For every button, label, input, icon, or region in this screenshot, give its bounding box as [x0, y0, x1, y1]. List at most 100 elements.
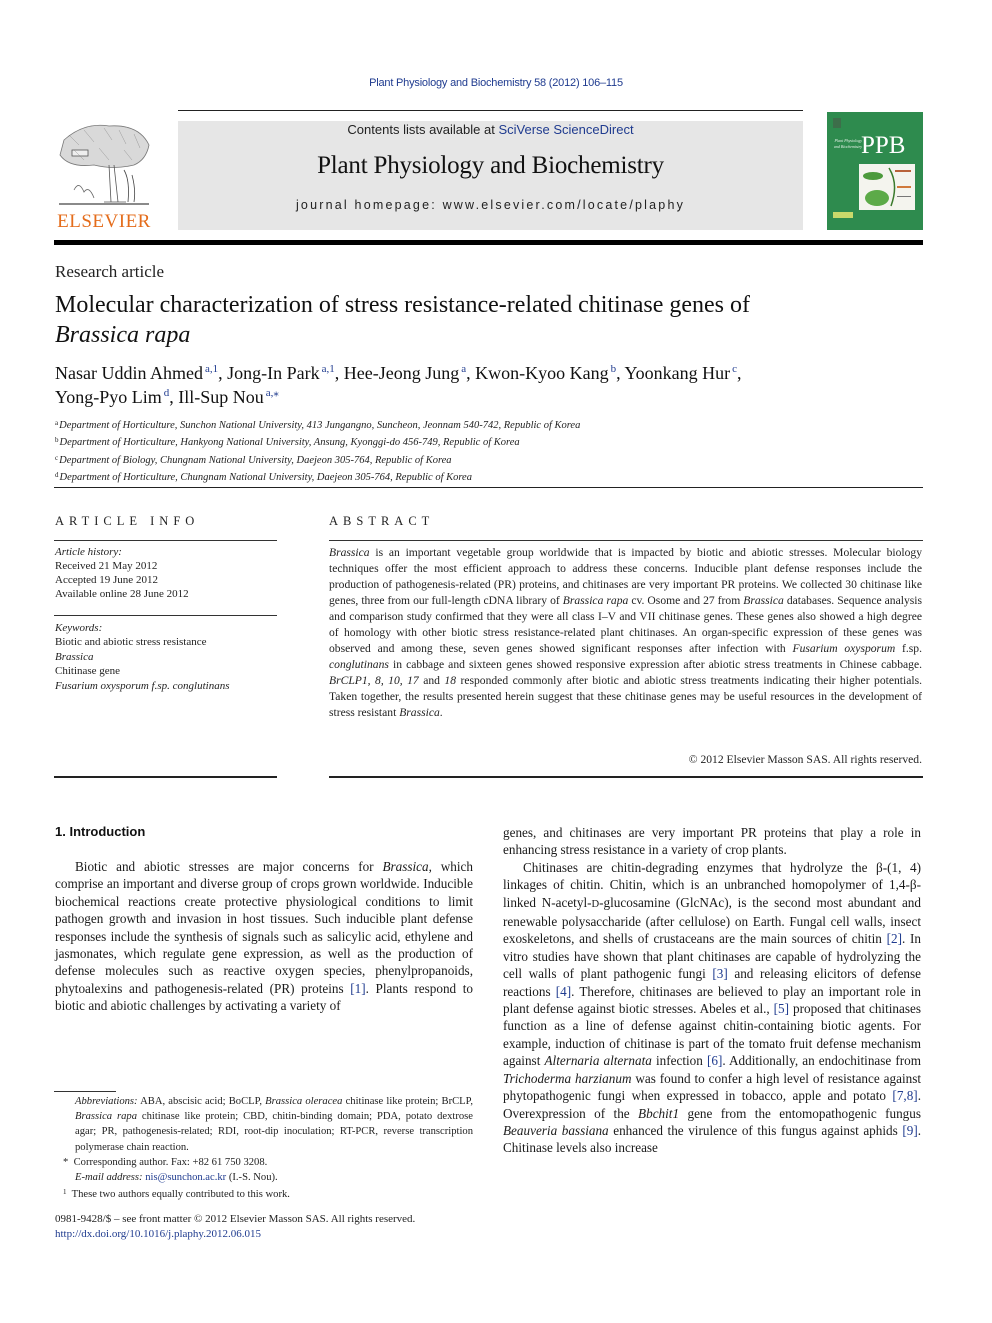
history-label: Article history: [55, 546, 122, 558]
affiliation-rule [54, 487, 923, 488]
article-info-heading: ARTICLE INFO [55, 514, 200, 528]
running-head[interactable]: Plant Physiology and Biochemistry 58 (20… [0, 77, 992, 89]
keyword: Brassica [55, 650, 94, 663]
author[interactable]: Jong-In Park a,1 [227, 363, 335, 383]
italic-run: Brassica [329, 546, 370, 559]
received-date: Received 21 May 2012 [55, 560, 158, 572]
cover-small-title: Plant Physiology and Biochemistry [833, 138, 862, 149]
section-heading-introduction: 1. Introduction [55, 824, 146, 839]
italic-run: Bbchit1 [638, 1105, 680, 1121]
keywords-label: Keywords: [55, 622, 103, 634]
text-run: , which comprise an important and divers… [55, 859, 473, 996]
footnotes: Abbreviations: ABA, abscisic acid; BoCLP… [55, 1094, 473, 1202]
citation-link[interactable]: [7,8] [892, 1088, 917, 1103]
journal-name: Plant Physiology and Biochemistry [317, 152, 664, 179]
online-date: Available online 28 June 2012 [55, 588, 189, 600]
body-column-left: Biotic and abiotic stresses are major co… [55, 858, 473, 1015]
text-run: . Additionally, an endochitinase from [722, 1053, 922, 1069]
text-run: . [439, 706, 443, 719]
author[interactable]: Kwon-Kyoo Kang b [475, 363, 616, 383]
citation-link[interactable]: [5] [774, 1001, 789, 1016]
italic-run: Beauveria bassiana [503, 1122, 609, 1138]
italic-run: Brassica [382, 859, 429, 874]
header-rule [178, 110, 803, 111]
cover-badge [833, 212, 853, 218]
text-run: ABA, abscisic acid; BoCLP, [137, 1096, 266, 1107]
text-run: in cabbage and sixteen genes showed resp… [388, 658, 922, 671]
text-run: and [418, 674, 445, 687]
elsevier-logo[interactable]: ELSEVIER [54, 120, 154, 232]
italic-run: Fusarium oxysporum [792, 642, 896, 655]
sciencedirect-link[interactable]: SciVerse ScienceDirect [498, 122, 633, 137]
author[interactable]: Hee-Jeong Jung a [344, 363, 466, 383]
title-species: Brassica rapa [55, 322, 191, 348]
keyword: Biotic and abiotic stress resistance [55, 636, 207, 649]
text-run: chitinase like protein; BrCLP, [342, 1096, 474, 1107]
article-title: Molecular characterization of stress res… [55, 290, 915, 350]
italic-run: Trichoderma harzianum [503, 1070, 632, 1086]
abstract-bottom-rule [329, 776, 923, 778]
doi-link[interactable]: http://dx.doi.org/10.1016/j.plaphy.2012.… [55, 1228, 261, 1240]
citation-link[interactable]: [6] [707, 1053, 722, 1068]
citation-link[interactable]: [2] [887, 931, 902, 946]
body-column-right: genes, and chitinases are very important… [503, 824, 921, 1157]
journal-homepage[interactable]: journal homepage: www.elsevier.com/locat… [178, 198, 803, 212]
italic-run: Brassica rapa [75, 1111, 137, 1123]
citation-link[interactable]: [1] [350, 981, 365, 996]
footnote-rule [54, 1091, 116, 1092]
author-list: Nasar Uddin Ahmed a,1, Jong-In Park a,1, H… [55, 363, 742, 407]
author[interactable]: Ill-Sup Nou a,⁎ [178, 387, 279, 407]
cover-elsevier-icon [833, 118, 841, 128]
citation-link[interactable]: [4] [556, 984, 571, 999]
author[interactable]: Yong-Pyo Lim d [55, 387, 169, 407]
abstract-rule [329, 540, 923, 541]
issn-line: 0981-9428/$ – see front matter © 2012 El… [55, 1213, 416, 1225]
accepted-date: Accepted 19 June 2012 [55, 574, 158, 586]
elsevier-wordmark: ELSEVIER [57, 211, 151, 232]
italic-run: conglutinans [329, 658, 389, 671]
article-type: Research article [55, 262, 165, 281]
keywords-rule [54, 615, 277, 616]
contents-line: Contents lists available at SciVerse Sci… [178, 121, 803, 137]
article-info-rule [54, 540, 277, 541]
italic-run: Brassica [399, 706, 440, 719]
elsevier-tree-icon [59, 124, 150, 205]
italic-run: 18 [444, 674, 456, 687]
italic-run: Alternaria alternata [544, 1053, 652, 1069]
text-run: infection [651, 1053, 707, 1069]
italic-run: Brassica [743, 594, 784, 607]
author[interactable]: Yoonkang Hur c [624, 363, 737, 383]
small-caps-run: D [591, 898, 600, 910]
keyword: Chitinase gene [55, 665, 121, 678]
abstract-heading: ABSTRACT [329, 514, 435, 528]
title-main: Molecular characterization of stress res… [55, 292, 751, 318]
journal-cover[interactable]: Plant Physiology and Biochemistry PPB [827, 112, 923, 230]
article-info-bottom-rule [54, 776, 277, 778]
affiliation: aDepartment of Horticulture, Sunchon Nat… [55, 419, 581, 431]
text-run: genes, and chitinases are very important… [503, 825, 921, 858]
text-run: gene from the entomopathogenic fungus [679, 1105, 922, 1121]
italic-run: Brassica oleracea [265, 1096, 343, 1107]
citation-link[interactable]: [3] [712, 966, 727, 981]
text-run: Biotic and abiotic stresses are major co… [75, 859, 383, 874]
corresponding-footnote: * Corresponding author. Fax: +82 61 750 … [63, 1156, 268, 1168]
paragraph: Chitinases are chitin-degrading enzymes … [503, 859, 921, 1157]
italic-run: BrCLP1, 8, 10, 17 [329, 674, 419, 687]
article-history: Article history: Received 21 May 2012 Ac… [55, 545, 189, 601]
paragraph: Biotic and abiotic stresses are major co… [55, 858, 473, 1015]
front-matter: 0981-9428/$ – see front matter © 2012 El… [55, 1212, 415, 1242]
email-footnote: E-mail address: nis@sunchon.ac.kr (I.-S.… [75, 1172, 278, 1184]
abbreviations-footnote: Abbreviations: ABA, abscisic acid; BoCLP… [75, 1096, 474, 1153]
text-run: enhanced the virulence of this fungus ag… [608, 1122, 903, 1138]
abstract-copyright: © 2012 Elsevier Masson SAS. All rights r… [688, 753, 922, 766]
abstract-text: Brassica is an important vegetable group… [329, 545, 922, 721]
paragraph: genes, and chitinases are very important… [503, 824, 921, 859]
affiliations: aDepartment of Horticulture, Sunchon Nat… [55, 416, 580, 486]
author[interactable]: Nasar Uddin Ahmed a,1 [55, 363, 218, 383]
contents-prefix: Contents lists available at [347, 122, 499, 137]
citation-link[interactable]: [9] [902, 1123, 917, 1138]
email-link[interactable]: nis@sunchon.ac.kr [145, 1172, 226, 1183]
keywords: Keywords: Biotic and abiotic stress resi… [55, 621, 229, 693]
affiliation: bDepartment of Horticulture, Hankyong Na… [55, 436, 520, 449]
text-run: f.sp. [895, 642, 922, 655]
